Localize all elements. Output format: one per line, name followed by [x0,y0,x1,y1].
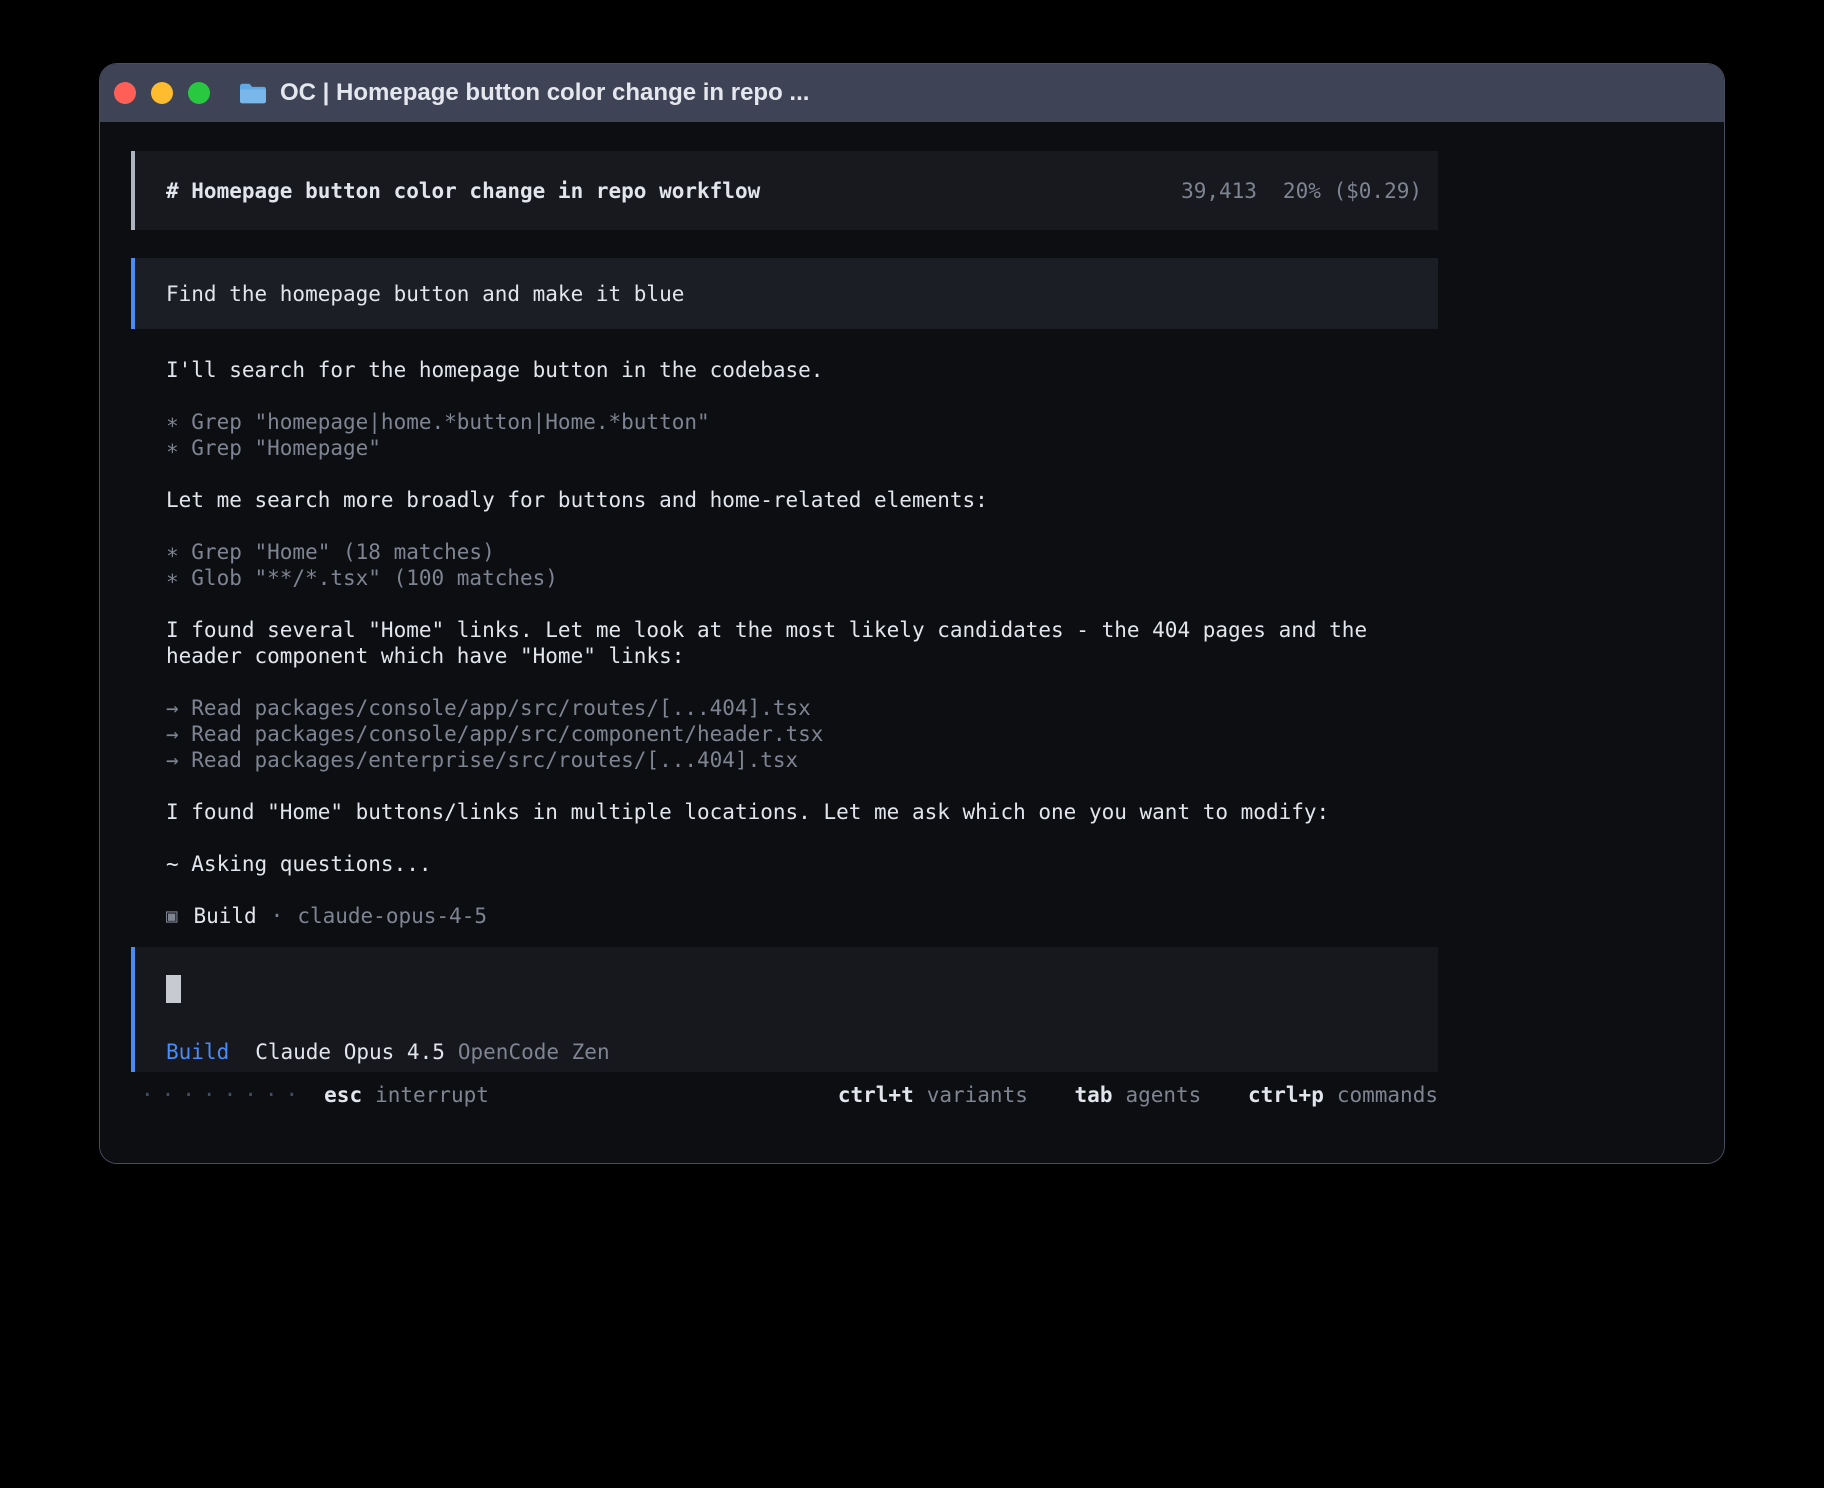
status-bar-left: ········ esc interrupt [141,1082,489,1108]
tool-call-read: → Read packages/console/app/src/componen… [166,721,1406,747]
working-status: ~ Asking questions... [166,851,1406,877]
model-provider: OpenCode Zen [458,1040,610,1064]
assistant-text: Let me search more broadly for buttons a… [166,487,1406,513]
status-bar-right: ctrl+t variants tab agents ctrl+p commands [838,1082,1438,1108]
terminal-window: OC | Homepage button color change in rep… [99,63,1725,1164]
terminal-screen: # Homepage button color change in repo w… [100,151,1724,1164]
agent-status-line: ▣ Build · claude-opus-4-5 [166,903,1406,929]
hint-agents: tab agents [1075,1083,1202,1107]
tool-call-grep: ∗ Grep "Home" (18 matches) [166,539,1406,565]
agent-separator: · [271,903,284,929]
agent-square-icon: ▣ [166,903,177,929]
model-name[interactable]: Claude Opus 4.5 [255,1040,445,1064]
context-usage: 20% ($0.29) [1283,179,1422,203]
window-title: OC | Homepage button color change in rep… [280,79,809,107]
assistant-paragraph: I'll search for the homepage button in t… [166,357,1406,383]
token-count: 39,413 [1181,179,1257,203]
agent-mode-label[interactable]: Build [166,1040,229,1064]
window-titlebar[interactable]: OC | Homepage button color change in rep… [100,64,1724,122]
assistant-text: I found "Home" buttons/links in multiple… [166,799,1406,825]
assistant-paragraph: Let me search more broadly for buttons a… [166,487,1406,513]
tool-call-grep: ∗ Grep "Homepage" [166,435,1406,461]
tool-call-grep: ∗ Grep "homepage|home.*button|Home.*butt… [166,409,1406,435]
session-content: # Homepage button color change in repo w… [131,151,1438,1108]
tool-call-group: → Read packages/console/app/src/routes/[… [166,695,1406,773]
input-footer: Build Claude Opus 4.5 OpenCode Zen [166,1039,1438,1065]
hint-commands: ctrl+p commands [1248,1083,1438,1107]
assistant-paragraph: I found several "Home" links. Let me loo… [166,617,1406,669]
tool-call-group: ∗ Grep "Home" (18 matches) ∗ Glob "**/*.… [166,539,1406,591]
session-stats: 39,413 20% ($0.29) [1181,179,1422,203]
tool-call-read: → Read packages/enterprise/src/routes/[.… [166,747,1406,773]
tab-key-hint: tab [1075,1083,1113,1107]
session-title: # Homepage button color change in repo w… [166,179,760,203]
tool-call-glob: ∗ Glob "**/*.tsx" (100 matches) [166,565,1406,591]
prompt-input[interactable]: Build Claude Opus 4.5 OpenCode Zen [131,947,1438,1072]
tool-call-group: ∗ Grep "homepage|home.*button|Home.*butt… [166,409,1406,461]
tool-call-read: → Read packages/console/app/src/routes/[… [166,695,1406,721]
close-button[interactable] [114,82,136,104]
assistant-paragraph: I found "Home" buttons/links in multiple… [166,799,1406,825]
user-message: Find the homepage button and make it blu… [131,258,1438,329]
agents-label: agents [1125,1083,1201,1107]
hint-variants: ctrl+t variants [838,1083,1028,1107]
assistant-text: I found several "Home" links. Let me loo… [166,617,1406,669]
esc-key-hint: esc [324,1082,362,1108]
agent-name: Build [193,903,256,929]
assistant-response: I'll search for the homepage button in t… [131,357,1406,929]
commands-label: commands [1337,1083,1438,1107]
window-controls [114,82,210,104]
text-cursor [166,975,181,1003]
minimize-button[interactable] [151,82,173,104]
folder-icon [239,82,267,104]
spinner-dots: ········ [141,1082,306,1108]
session-header: # Homepage button color change in repo w… [131,151,1438,230]
assistant-text: I'll search for the homepage button in t… [166,357,1406,383]
interrupt-label: interrupt [375,1082,489,1108]
ctrl-p-key-hint: ctrl+p [1248,1083,1324,1107]
agent-model: claude-opus-4-5 [297,903,487,929]
variants-label: variants [927,1083,1028,1107]
zoom-button[interactable] [188,82,210,104]
working-status-text: ~ Asking questions... [166,851,1406,877]
ctrl-t-key-hint: ctrl+t [838,1083,914,1107]
user-message-text: Find the homepage button and make it blu… [166,282,684,306]
status-bar: ········ esc interrupt ctrl+t variants ta… [131,1082,1438,1108]
